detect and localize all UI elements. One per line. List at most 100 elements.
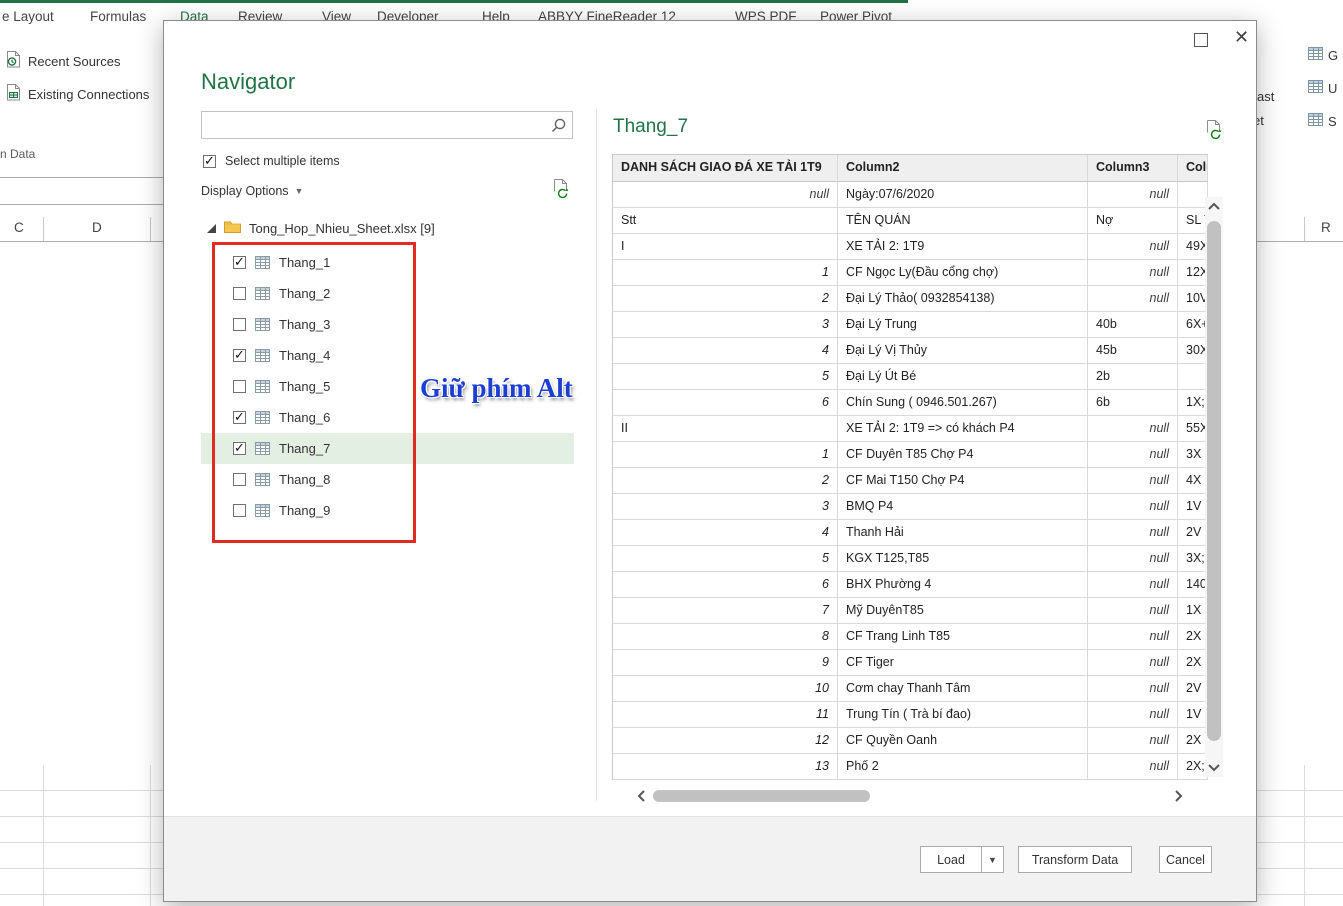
preview-cell: 11 — [613, 702, 838, 728]
sheet-item-label: Thang_1 — [279, 255, 330, 270]
column-headers-left: CD — [0, 217, 163, 242]
preview-cell: 140 — [1178, 572, 1208, 598]
preview-cell: 49X — [1178, 234, 1208, 260]
preview-cell: CF Mai T150 Chợ P4 — [838, 468, 1088, 494]
recent-sources-button[interactable]: Recent Sources — [6, 51, 121, 71]
display-options-dropdown[interactable]: Display Options ▼ — [201, 184, 303, 198]
preview-cell: Chín Sung ( 0946.501.267) — [838, 390, 1088, 416]
sheet-item-label: Thang_2 — [279, 286, 330, 301]
ribbon-fragment: ast — [1257, 89, 1274, 104]
preview-cell: null — [1088, 234, 1178, 260]
sheet-item-label: Thang_5 — [279, 379, 330, 394]
sheet-checkbox[interactable] — [233, 442, 246, 455]
preview-cell: null — [1088, 442, 1178, 468]
transform-data-button[interactable]: Transform Data — [1018, 846, 1132, 873]
scroll-right-icon[interactable] — [1170, 787, 1188, 805]
scroll-down-icon[interactable] — [1205, 759, 1223, 777]
preview-cell: 1 — [613, 260, 838, 286]
sheet-item-Thang_9[interactable]: Thang_9 — [201, 495, 574, 526]
outline-button[interactable]: S — [1308, 113, 1337, 129]
sheet-item-Thang_2[interactable]: Thang_2 — [201, 278, 574, 309]
sheet-checkbox[interactable] — [233, 473, 246, 486]
close-icon[interactable]: ✕ — [1234, 28, 1249, 46]
sheet-item-label: Thang_8 — [279, 472, 330, 487]
preview-cell: 1X; — [1178, 390, 1208, 416]
preview-cell: Ngày:07/6/2020 — [838, 182, 1088, 208]
column-header-letter[interactable]: C — [14, 220, 24, 235]
outline-button[interactable]: G — [1308, 47, 1338, 63]
preview-cell: 2X — [1178, 624, 1208, 650]
select-multiple-checkbox[interactable] — [203, 155, 216, 168]
outline-button[interactable]: U — [1308, 80, 1337, 96]
restore-window-icon[interactable] — [1194, 33, 1208, 47]
preview-cell: CF Quyền Oanh — [838, 728, 1088, 754]
preview-cell: 45b — [1088, 338, 1178, 364]
sheet-checkbox[interactable] — [233, 504, 246, 517]
preview-cell: 2V — [1178, 520, 1208, 546]
preview-cell: Cơm chay Thanh Tâm — [838, 676, 1088, 702]
screenshot-root: e LayoutFormulasDataReviewViewDeveloperH… — [0, 0, 1343, 906]
preview-cell: CF Duyên T85 Chợ P4 — [838, 442, 1088, 468]
workbook-name: Tong_Hop_Nhieu_Sheet.xlsx [9] — [249, 221, 435, 236]
sheet-checkbox[interactable] — [233, 287, 246, 300]
preview-cell: I — [613, 234, 838, 260]
select-multiple-label: Select multiple items — [225, 154, 340, 168]
tree-expander-icon[interactable] — [207, 221, 216, 236]
refresh-preview-icon[interactable] — [552, 179, 571, 203]
preview-cell: 9 — [613, 650, 838, 676]
ribbon-tab[interactable]: Formulas — [90, 9, 146, 24]
preview-cell: Đại Lý Vị Thủy — [838, 338, 1088, 364]
existing-connections-button[interactable]: Existing Connections — [6, 84, 149, 104]
sheet-item-label: Thang_4 — [279, 348, 330, 363]
preview-cell: null — [1088, 702, 1178, 728]
ribbon-tab[interactable]: e Layout — [2, 9, 54, 24]
sheet-item-label: Thang_7 — [279, 441, 330, 456]
preview-cell: 2X — [1178, 650, 1208, 676]
worksheet-icon — [255, 411, 270, 424]
preview-cell: null — [1088, 468, 1178, 494]
preview-cell: null — [1088, 728, 1178, 754]
sheet-checkbox[interactable] — [233, 349, 246, 362]
sheet-item-Thang_3[interactable]: Thang_3 — [201, 309, 574, 340]
preview-title: Thang_7 — [613, 116, 688, 138]
sheet-checkbox[interactable] — [233, 318, 246, 331]
scroll-left-icon[interactable] — [632, 787, 650, 805]
preview-cell: 3X; — [1178, 546, 1208, 572]
sheet-item-Thang_6[interactable]: Thang_6 — [201, 402, 574, 433]
sheet-item-Thang_8[interactable]: Thang_8 — [201, 464, 574, 495]
display-options-label: Display Options — [201, 184, 289, 198]
preview-column-header: Colum — [1178, 155, 1208, 182]
scroll-up-icon[interactable] — [1205, 197, 1223, 215]
refresh-preview-icon[interactable] — [1205, 120, 1224, 144]
preview-cell: 1 — [613, 442, 838, 468]
column-header-letter[interactable]: R — [1321, 220, 1331, 235]
sheet-checkbox[interactable] — [233, 411, 246, 424]
sheet-item-Thang_1[interactable]: Thang_1 — [201, 247, 574, 278]
preview-cell: null — [613, 182, 838, 208]
preview-cell: Đại Lý Thảo( 0932854138) — [838, 286, 1088, 312]
sheet-item-Thang_4[interactable]: Thang_4 — [201, 340, 574, 371]
sheet-checkbox[interactable] — [233, 380, 246, 393]
horizontal-scroll-thumb[interactable] — [653, 790, 870, 802]
vertical-scroll-thumb[interactable] — [1207, 221, 1221, 741]
worksheet-icon — [255, 473, 270, 486]
preview-cell: null — [1088, 676, 1178, 702]
load-dropdown-button[interactable]: ▼ — [981, 846, 1004, 873]
name-box[interactable] — [0, 177, 170, 205]
sheet-item-Thang_7[interactable]: Thang_7 — [201, 433, 574, 464]
preview-cell: null — [1088, 624, 1178, 650]
preview-cell: Thanh Hải — [838, 520, 1088, 546]
cancel-button[interactable]: Cancel — [1159, 846, 1212, 873]
search-input[interactable] — [202, 112, 572, 138]
vertical-scrollbar[interactable] — [1205, 197, 1223, 777]
preview-cell: null — [1088, 598, 1178, 624]
load-button[interactable]: Load — [920, 846, 982, 873]
workbook-tree-root[interactable]: Tong_Hop_Nhieu_Sheet.xlsx [9] — [207, 220, 435, 236]
preview-cell: 4 — [613, 338, 838, 364]
worksheet-icon — [255, 504, 270, 517]
sheet-checkbox[interactable] — [233, 256, 246, 269]
select-multiple-row[interactable]: Select multiple items — [203, 154, 340, 168]
preview-cell: 2X; — [1178, 754, 1208, 780]
column-header-letter[interactable]: D — [92, 220, 102, 235]
preview-column-header: DANH SÁCH GIAO ĐÁ XE TẢI 1T9 — [613, 155, 838, 182]
